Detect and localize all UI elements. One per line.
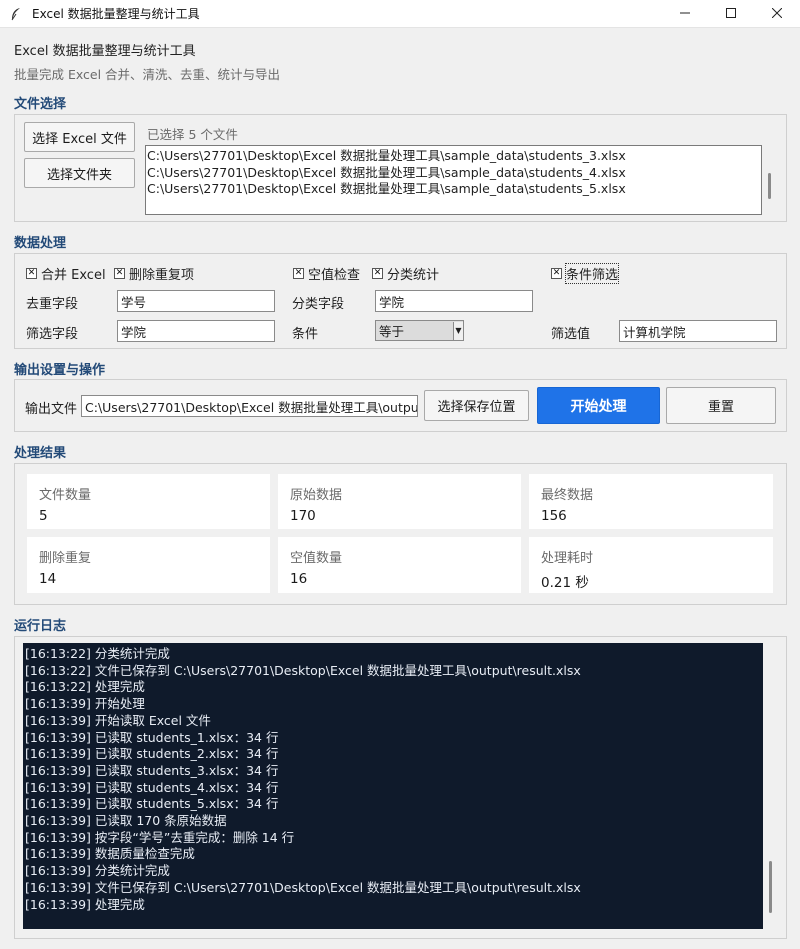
group-field-input[interactable]: 学院 — [375, 290, 533, 312]
dedup-field-input[interactable]: 学号 — [117, 290, 275, 312]
stat-card-raw-rows: 原始数据 170 — [278, 474, 521, 529]
condition-selected-value: 等于 — [379, 324, 405, 339]
choose-location-button[interactable]: 选择保存位置 — [424, 390, 529, 421]
filter-checkbox[interactable]: ✕ 条件筛选 — [551, 263, 620, 284]
group-stats-checkbox[interactable]: ✕ 分类统计 — [372, 264, 439, 283]
log-line: [16:13:39] 已读取 students_1.xlsx：34 行 — [25, 729, 279, 745]
dedup-field-label: 去重字段 — [26, 297, 79, 312]
log-line: [16:13:39] 已读取 students_3.xlsx：34 行 — [25, 762, 279, 778]
stat-label: 删除重复 — [39, 551, 92, 566]
file-list-scrollbar[interactable] — [762, 145, 776, 215]
group-stats-label: 分类统计 — [387, 268, 440, 283]
checkbox-checked-icon: ✕ — [114, 268, 125, 279]
app-subtitle: 批量完成 Excel 合并、清洗、去重、统计与导出 — [14, 67, 281, 82]
log-section-title: 运行日志 — [14, 619, 67, 634]
filter-value-input[interactable]: 计算机学院 — [619, 320, 777, 342]
list-item[interactable]: C:\Users\27701\Desktop\Excel 数据批量处理工具\sa… — [147, 181, 760, 198]
stat-value: 14 — [39, 571, 57, 587]
title-bar: Excel 数据批量整理与统计工具 — [0, 0, 800, 28]
maximize-icon — [726, 7, 736, 22]
log-line: [16:13:39] 已读取 students_4.xlsx：34 行 — [25, 779, 279, 795]
stat-label: 最终数据 — [541, 488, 594, 503]
stat-value: 156 — [541, 508, 567, 524]
file-section-title: 文件选择 — [14, 97, 67, 112]
checkbox-checked-icon: ✕ — [551, 268, 562, 279]
chevron-down-icon[interactable]: ▼ — [453, 321, 463, 340]
stat-label: 文件数量 — [39, 488, 92, 503]
stat-value: 170 — [290, 508, 316, 524]
log-line: [16:13:39] 已读取 students_2.xlsx：34 行 — [25, 746, 279, 762]
log-line: [16:13:39] 按字段“学号”去重完成：删除 14 行 — [25, 829, 295, 845]
checkbox-checked-icon: ✕ — [372, 268, 383, 279]
feather-icon — [8, 6, 24, 22]
output-file-label: 输出文件 — [25, 402, 78, 417]
window-title: Excel 数据批量整理与统计工具 — [32, 7, 200, 21]
scrollbar-thumb[interactable] — [769, 861, 772, 913]
checkbox-checked-icon: ✕ — [293, 268, 304, 279]
list-item[interactable]: C:\Users\27701\Desktop\Excel 数据批量处理工具\sa… — [147, 148, 760, 165]
stat-label: 空值数量 — [290, 551, 343, 566]
log-output[interactable]: [16:13:22] 分类统计完成 [16:13:22] 文件已保存到 C:\U… — [23, 643, 763, 929]
stat-card-file-count: 文件数量 5 — [27, 474, 270, 529]
checkbox-checked-icon: ✕ — [26, 268, 37, 279]
log-line: [16:13:39] 处理完成 — [25, 896, 145, 912]
filter-value-label: 筛选值 — [551, 327, 591, 342]
null-check-checkbox[interactable]: ✕ 空值检查 — [293, 264, 360, 283]
results-section-title: 处理结果 — [14, 446, 67, 461]
select-folder-button[interactable]: 选择文件夹 — [24, 158, 135, 188]
stat-card-null-count: 空值数量 16 — [278, 537, 521, 593]
maximize-button[interactable] — [708, 0, 754, 28]
filter-field-label: 筛选字段 — [26, 327, 79, 342]
stat-card-final-rows: 最终数据 156 — [529, 474, 773, 529]
condition-select[interactable]: 等于 ▼ — [375, 320, 464, 341]
log-line: [16:13:39] 开始处理 — [25, 696, 145, 712]
output-path-input[interactable]: C:\Users\27701\Desktop\Excel 数据批量处理工具\ou… — [81, 395, 418, 417]
log-line: [16:13:39] 已读取 students_5.xlsx：34 行 — [25, 796, 279, 812]
stat-value: 16 — [290, 571, 308, 587]
reset-button[interactable]: 重置 — [666, 387, 776, 424]
minimize-icon — [680, 7, 690, 22]
log-line: [16:13:22] 处理完成 — [25, 679, 145, 695]
merge-label: 合并 Excel — [41, 268, 106, 283]
minimize-button[interactable] — [662, 0, 708, 28]
scrollbar-thumb[interactable] — [768, 173, 771, 199]
stat-card-dup-removed: 删除重复 14 — [27, 537, 270, 593]
selected-count-text: 已选择 5 个文件 — [147, 127, 238, 142]
group-field-label: 分类字段 — [292, 297, 345, 312]
app-title: Excel 数据批量整理与统计工具 — [14, 44, 196, 59]
log-line: [16:13:39] 开始读取 Excel 文件 — [25, 712, 211, 728]
output-section-title: 输出设置与操作 — [14, 363, 106, 378]
condition-label: 条件 — [292, 327, 319, 342]
dedup-label: 删除重复项 — [129, 268, 195, 283]
merge-checkbox[interactable]: ✕ 合并 Excel — [26, 264, 106, 283]
stat-label: 处理耗时 — [541, 551, 594, 566]
list-item[interactable]: C:\Users\27701\Desktop\Excel 数据批量处理工具\sa… — [147, 165, 760, 182]
stat-label: 原始数据 — [290, 488, 343, 503]
stat-card-elapsed: 处理耗时 0.21 秒 — [529, 537, 773, 593]
filter-label: 条件筛选 — [564, 263, 620, 284]
filter-field-input[interactable]: 学院 — [117, 320, 275, 342]
log-line: [16:13:22] 分类统计完成 — [25, 646, 170, 661]
log-line: [16:13:39] 文件已保存到 C:\Users\27701\Desktop… — [25, 879, 581, 895]
log-scrollbar[interactable] — [763, 643, 777, 929]
file-listbox[interactable]: C:\Users\27701\Desktop\Excel 数据批量处理工具\sa… — [145, 145, 762, 215]
log-line: [16:13:22] 文件已保存到 C:\Users\27701\Desktop… — [25, 662, 581, 678]
log-line: [16:13:39] 已读取 170 条原始数据 — [25, 813, 227, 829]
log-line: [16:13:39] 数据质量检查完成 — [25, 846, 195, 862]
close-icon — [771, 7, 783, 22]
stat-value: 0.21 秒 — [541, 575, 589, 591]
select-excel-button[interactable]: 选择 Excel 文件 — [24, 122, 135, 152]
dedup-checkbox[interactable]: ✕ 删除重复项 — [114, 264, 194, 283]
processing-section-title: 数据处理 — [14, 236, 67, 251]
start-processing-button[interactable]: 开始处理 — [537, 387, 660, 424]
close-button[interactable] — [754, 0, 800, 28]
null-check-label: 空值检查 — [308, 268, 361, 283]
stat-value: 5 — [39, 508, 48, 524]
log-line: [16:13:39] 分类统计完成 — [25, 863, 170, 879]
